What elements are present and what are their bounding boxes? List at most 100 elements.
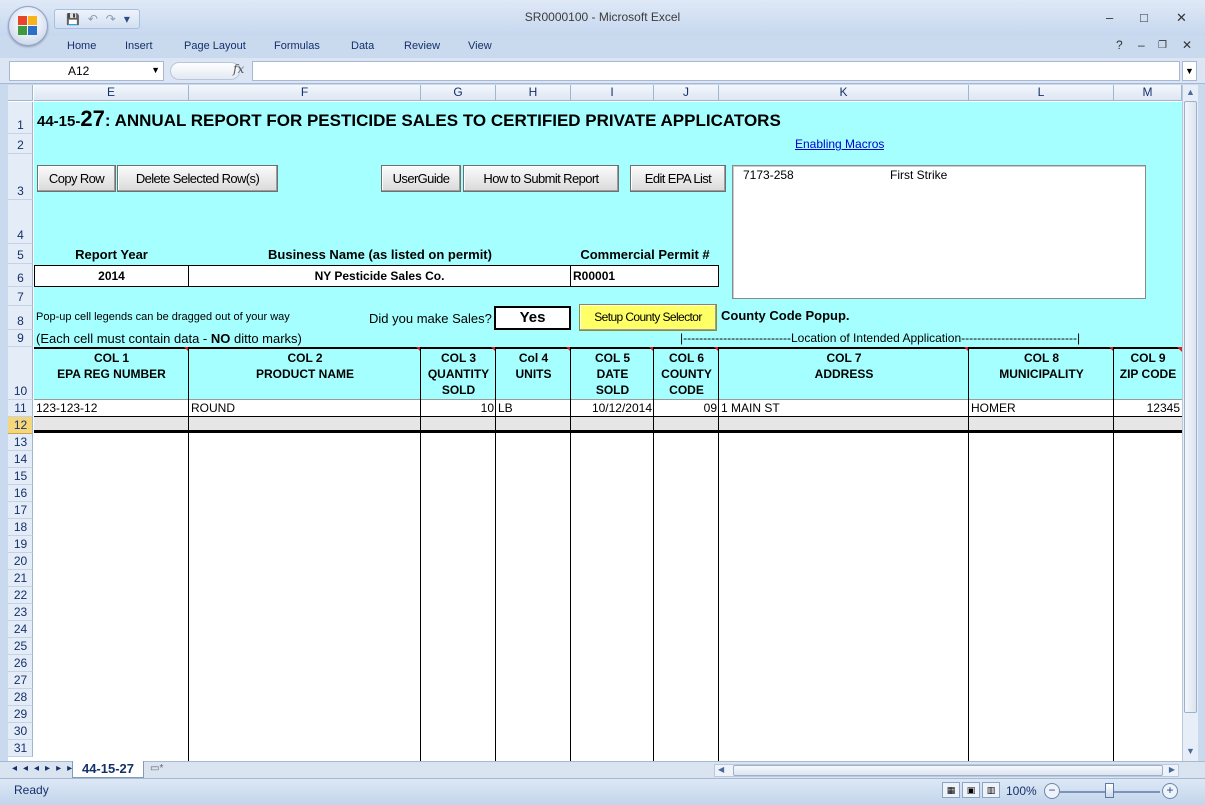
minimize-button[interactable]: –: [1106, 10, 1113, 25]
row-header-10[interactable]: 10: [8, 347, 33, 400]
row-header-21[interactable]: 21: [8, 570, 33, 587]
row-header-16[interactable]: 16: [8, 485, 33, 502]
office-button[interactable]: [8, 6, 48, 46]
col-header-i[interactable]: I: [571, 85, 654, 101]
sales-yes-input[interactable]: Yes: [494, 306, 571, 330]
tab-data[interactable]: Data: [351, 40, 374, 52]
data-entry-area[interactable]: [34, 400, 1182, 761]
row-header-31[interactable]: 31: [8, 740, 33, 757]
cell-units[interactable]: LB: [498, 401, 513, 415]
row-header-11[interactable]: 11: [8, 400, 33, 417]
doc-close-button[interactable]: ✕: [1182, 38, 1192, 52]
cell-date-sold[interactable]: 10/12/2014: [571, 401, 652, 415]
tab-review[interactable]: Review: [404, 40, 440, 52]
scroll-up-icon[interactable]: ▲: [1186, 87, 1195, 97]
row-header-19[interactable]: 19: [8, 536, 33, 553]
row-header-4[interactable]: 4: [8, 200, 33, 244]
tab-view[interactable]: View: [468, 40, 492, 52]
row-header-18[interactable]: 18: [8, 519, 33, 536]
row-header-29[interactable]: 29: [8, 706, 33, 723]
maximize-button[interactable]: □: [1140, 10, 1148, 25]
zoom-level[interactable]: 100%: [1006, 784, 1037, 798]
zoom-slider-thumb[interactable]: [1105, 783, 1114, 798]
copy-row-button[interactable]: Copy Row: [37, 165, 116, 192]
row-header-2[interactable]: 2: [8, 134, 33, 154]
row-header-5[interactable]: 5: [8, 244, 33, 264]
cell-epa-reg[interactable]: 123-123-12: [36, 401, 97, 415]
tab-home[interactable]: Home: [67, 40, 96, 52]
row-header-6[interactable]: 6: [8, 264, 33, 287]
row-header-30[interactable]: 30: [8, 723, 33, 740]
row-header-26[interactable]: 26: [8, 655, 33, 672]
cell-product-name[interactable]: ROUND: [191, 401, 235, 415]
tab-formulas[interactable]: Formulas: [274, 40, 320, 52]
doc-restore-button[interactable]: ❐: [1158, 40, 1167, 51]
cell-address[interactable]: 1 MAIN ST: [721, 401, 780, 415]
epa-list-box[interactable]: 7173-258 First Strike: [732, 165, 1146, 299]
col-header-h[interactable]: H: [496, 85, 571, 101]
report-year-input[interactable]: 2014: [34, 265, 189, 287]
scroll-right-icon[interactable]: ▶: [1169, 765, 1175, 774]
col-header-l[interactable]: L: [969, 85, 1114, 101]
insert-sheet-icon[interactable]: ▭*: [150, 763, 172, 777]
business-name-input[interactable]: NY Pesticide Sales Co.: [189, 265, 571, 287]
row-header-25[interactable]: 25: [8, 638, 33, 655]
formula-bar-handle[interactable]: [170, 62, 240, 80]
row-header-1[interactable]: 1: [8, 102, 33, 134]
setup-county-selector-button[interactable]: Setup County Selector: [579, 304, 717, 331]
zoom-out-button[interactable]: −: [1044, 783, 1060, 799]
row-header-22[interactable]: 22: [8, 587, 33, 604]
sheet-tab-44-15-27[interactable]: 44-15-27: [72, 761, 144, 778]
row-header-20[interactable]: 20: [8, 553, 33, 570]
col-header-m[interactable]: M: [1114, 85, 1182, 101]
row-header-7[interactable]: 7: [8, 287, 33, 306]
row-header-24[interactable]: 24: [8, 621, 33, 638]
row-header-14[interactable]: 14: [8, 451, 33, 468]
chevron-down-icon[interactable]: ▼: [151, 65, 160, 75]
col-header-e[interactable]: E: [34, 85, 189, 101]
name-box[interactable]: A12 ▼: [9, 61, 164, 81]
function-icon[interactable]: fx: [233, 62, 244, 76]
cell-municipality[interactable]: HOMER: [971, 401, 1016, 415]
row-header-13[interactable]: 13: [8, 434, 33, 451]
row-header-3[interactable]: 3: [8, 154, 33, 200]
doc-minimize-button[interactable]: –: [1138, 38, 1145, 52]
row-header-9[interactable]: 9: [8, 330, 33, 347]
expand-formula-bar-button[interactable]: ▼: [1182, 61, 1197, 81]
row-header-28[interactable]: 28: [8, 689, 33, 706]
enabling-macros-link[interactable]: Enabling Macros: [795, 137, 884, 151]
horizontal-scrollbar[interactable]: ◀ ▶: [714, 764, 1179, 777]
row-header-17[interactable]: 17: [8, 502, 33, 519]
tab-insert[interactable]: Insert: [125, 40, 153, 52]
select-all-corner[interactable]: [8, 85, 33, 101]
row-header-27[interactable]: 27: [8, 672, 33, 689]
scroll-left-icon[interactable]: ◀: [718, 765, 724, 774]
vertical-scrollbar[interactable]: ▲ ▼: [1182, 85, 1198, 761]
col-header-g[interactable]: G: [421, 85, 496, 101]
row-header-12[interactable]: 12: [8, 417, 33, 434]
row-header-15[interactable]: 15: [8, 468, 33, 485]
help-icon[interactable]: ?: [1116, 38, 1123, 52]
formula-input[interactable]: [252, 61, 1180, 81]
row-header-23[interactable]: 23: [8, 604, 33, 621]
cell-quantity[interactable]: 10: [421, 401, 494, 415]
col-header-k[interactable]: K: [719, 85, 969, 101]
edit-epa-list-button[interactable]: Edit EPA List: [630, 165, 726, 192]
delete-selected-rows-button[interactable]: Delete Selected Row(s): [117, 165, 278, 192]
close-button[interactable]: ✕: [1176, 10, 1187, 26]
cell-zip-code[interactable]: 12345: [1114, 401, 1180, 415]
zoom-in-button[interactable]: +: [1162, 783, 1178, 799]
col-header-f[interactable]: F: [189, 85, 421, 101]
horizontal-scroll-thumb[interactable]: [733, 765, 1163, 776]
row-header-8[interactable]: 8: [8, 306, 33, 330]
sheet-nav-buttons[interactable]: ◂◂◂▸▸▸: [12, 763, 78, 774]
tab-page-layout[interactable]: Page Layout: [184, 40, 246, 52]
page-layout-view-icon[interactable]: ▣: [962, 782, 980, 798]
selected-row-12[interactable]: [34, 417, 1182, 433]
user-guide-button[interactable]: UserGuide: [381, 165, 461, 192]
scroll-down-icon[interactable]: ▼: [1186, 746, 1195, 756]
vertical-scroll-thumb[interactable]: [1184, 101, 1197, 713]
how-to-submit-button[interactable]: How to Submit Report: [463, 165, 619, 192]
worksheet-grid[interactable]: E F G H I J K L M 44-15-27: ANNUAL REPOR…: [8, 85, 1182, 761]
page-break-view-icon[interactable]: ▥: [982, 782, 1000, 798]
